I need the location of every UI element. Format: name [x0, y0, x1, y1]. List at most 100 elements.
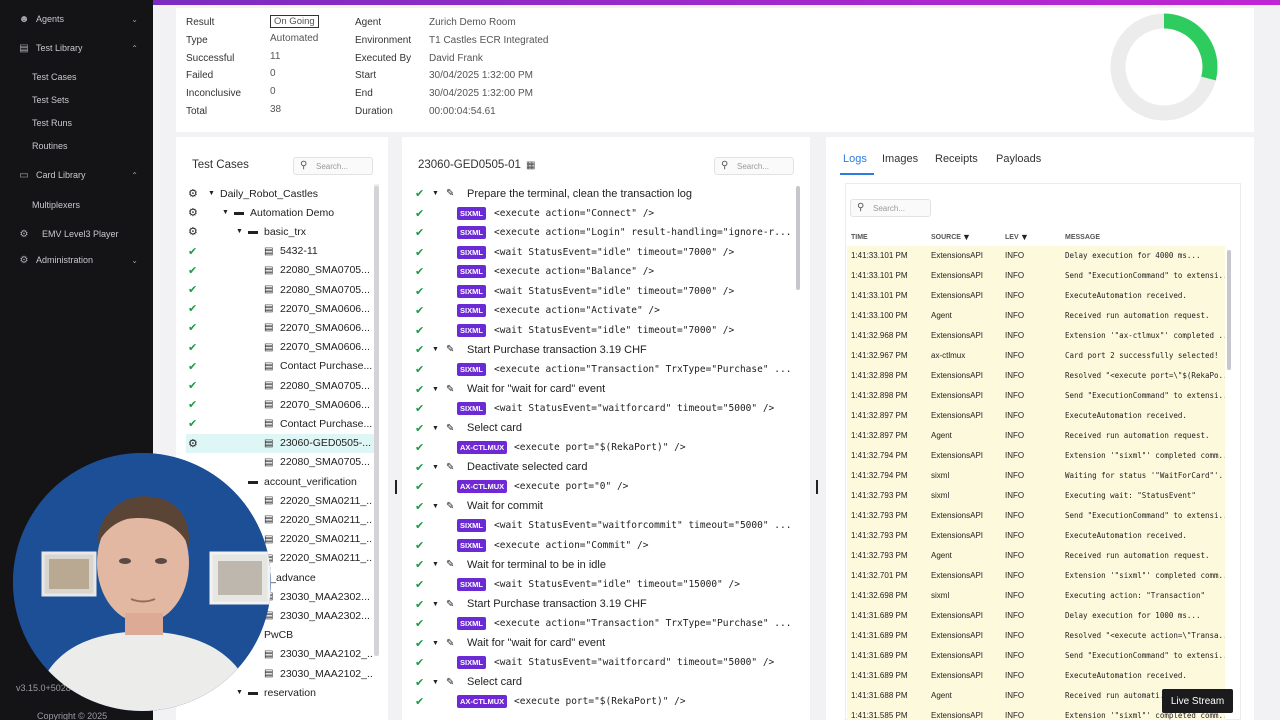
- sidebar-item-multiplexers[interactable]: Multiplexers: [0, 194, 153, 216]
- step-command[interactable]: ✔ AX-CTLMUX <execute port="0" />: [412, 477, 797, 496]
- log-row[interactable]: 1:41:32.898 PM ExtensionsAPI INFO Resolved …: [847, 366, 1225, 386]
- tree-row[interactable]: ✔ ▤ Contact Purchase...: [186, 357, 376, 376]
- caret-down-icon[interactable]: ▼: [432, 386, 439, 393]
- caret-down-icon[interactable]: ▼: [432, 190, 439, 197]
- step-command[interactable]: ✔ SIXML <wait StatusEvent="idle" timeout="…: [412, 282, 797, 301]
- caret-down-icon[interactable]: ▼: [432, 561, 439, 568]
- step-command[interactable]: ✔ SIXML <execute action="Commit" />: [412, 536, 797, 555]
- logs-search-input[interactable]: ⚲ Search...: [850, 199, 931, 217]
- step-command[interactable]: ✔ SIXML <execute action="Transaction" TrxT…: [412, 360, 797, 379]
- test-cases-search-input[interactable]: ⚲ Search...: [293, 157, 373, 175]
- step-command[interactable]: ✔ SIXML <wait StatusEvent="waitforcard" ti…: [412, 653, 797, 672]
- tab-images[interactable]: Images: [882, 153, 918, 165]
- filter-icon[interactable]: ▼: [962, 232, 971, 242]
- tree-row[interactable]: ✔ ▤ 22080_SMA0705...: [186, 280, 376, 299]
- tree-row[interactable]: ⚙ ▼ Daily_Robot_Castles: [186, 184, 376, 203]
- caret-down-icon[interactable]: ▼: [236, 689, 243, 696]
- caret-down-icon[interactable]: ▼: [222, 209, 229, 216]
- sidebar-item-test-sets[interactable]: Test Sets: [0, 89, 153, 111]
- sidebar-item-routines[interactable]: Routines: [0, 135, 153, 157]
- step-command[interactable]: ✔ SIXML <wait StatusEvent="waitforcard" ti…: [412, 399, 797, 418]
- tab-receipts[interactable]: Receipts: [935, 153, 978, 165]
- step-command[interactable]: ✔ SIXML <wait StatusEvent="idle" timeout="…: [412, 321, 797, 340]
- sidebar-item-agents[interactable]: ☻ Agents ⌄: [0, 8, 153, 30]
- log-row[interactable]: 1:41:32.793 PM sixml INFO Executing wait: "…: [847, 486, 1225, 506]
- live-stream-button[interactable]: Live Stream: [1162, 689, 1233, 713]
- tree-scrollbar-thumb[interactable]: [374, 186, 379, 656]
- tree-row[interactable]: ▤ 22080_SMA0705...: [186, 453, 376, 472]
- step-command[interactable]: ✔ AX-CTLMUX <execute port="$(RekaPort)" />: [412, 438, 797, 457]
- log-row[interactable]: 1:41:31.689 PM ExtensionsAPI INFO Resolved …: [847, 626, 1225, 646]
- step-group[interactable]: ✔ ▼ ✎ Select card: [412, 419, 797, 438]
- caret-down-icon[interactable]: ▼: [236, 228, 243, 235]
- step-group[interactable]: ✔ ▼ ✎ Wait for "wait for card" event: [412, 380, 797, 399]
- step-command[interactable]: ✔ SIXML <execute action="Balance" />: [412, 262, 797, 281]
- tree-row[interactable]: ✔ ▤ Contact Purchase...: [186, 414, 376, 433]
- steps-scrollbar-thumb[interactable]: [796, 186, 800, 290]
- caret-down-icon[interactable]: ▼: [432, 464, 439, 471]
- step-command[interactable]: ✔ SIXML <wait StatusEvent="idle" timeout="…: [412, 243, 797, 262]
- step-group[interactable]: ✔ ▼ ✎ Start Purchase transaction 3.19 CHF: [412, 340, 797, 359]
- log-row[interactable]: 1:41:32.794 PM ExtensionsAPI INFO Extension…: [847, 446, 1225, 466]
- log-row[interactable]: 1:41:32.793 PM ExtensionsAPI INFO Send "Exe…: [847, 506, 1225, 526]
- log-row[interactable]: 1:41:32.698 PM sixml INFO Executing action:…: [847, 586, 1225, 606]
- log-row[interactable]: 1:41:32.897 PM Agent INFO Received run auto…: [847, 426, 1225, 446]
- filter-icon[interactable]: ▼: [1020, 232, 1029, 242]
- calendar-icon[interactable]: ▦: [526, 160, 535, 171]
- tree-row[interactable]: ✔ ▤ 22080_SMA0705...: [186, 376, 376, 395]
- column-header-time[interactable]: TIME: [851, 234, 868, 241]
- log-row[interactable]: 1:41:31.689 PM ExtensionsAPI INFO ExecuteAu…: [847, 666, 1225, 686]
- step-group[interactable]: ✔ ▼ ✎ Wait for terminal to be in idle: [412, 555, 797, 574]
- steps-search-input[interactable]: ⚲ Search...: [714, 157, 794, 175]
- step-command[interactable]: ✔ SIXML <wait StatusEvent="idle" timeout="…: [412, 575, 797, 594]
- log-row[interactable]: 1:41:32.794 PM sixml INFO Waiting for statu…: [847, 466, 1225, 486]
- log-row[interactable]: 1:41:32.897 PM ExtensionsAPI INFO ExecuteAu…: [847, 406, 1225, 426]
- step-group[interactable]: ✔ ▼ ✎ Select card: [412, 673, 797, 692]
- column-header-level[interactable]: LEV: [1005, 234, 1019, 241]
- sidebar-item-test-runs[interactable]: Test Runs: [0, 112, 153, 134]
- column-header-source[interactable]: SOURCE: [931, 234, 961, 241]
- caret-down-icon[interactable]: ▼: [432, 346, 439, 353]
- step-command[interactable]: ✔ SIXML <execute action="Login" result-han…: [412, 223, 797, 242]
- step-command[interactable]: ✔ AX-CTLMUX <execute port="$(RekaPort)" />: [412, 692, 797, 711]
- log-row[interactable]: 1:41:32.701 PM ExtensionsAPI INFO Extension…: [847, 566, 1225, 586]
- resize-handle[interactable]: [816, 480, 818, 494]
- column-header-message[interactable]: MESSAGE: [1065, 234, 1100, 241]
- sidebar-item-card-library[interactable]: ▭ Card Library ⌃: [0, 164, 153, 186]
- tree-row[interactable]: ✔ ▤ 22070_SMA0606...: [186, 299, 376, 318]
- step-group[interactable]: ✔ ▼ ✎ Wait for commit: [412, 497, 797, 516]
- tab-payloads[interactable]: Payloads: [996, 153, 1041, 165]
- step-group[interactable]: ✔ ▼ ✎ Wait for "wait for card" event: [412, 634, 797, 653]
- log-row[interactable]: 1:41:32.793 PM ExtensionsAPI INFO ExecuteAu…: [847, 526, 1225, 546]
- caret-down-icon[interactable]: ▼: [432, 601, 439, 608]
- tab-logs[interactable]: Logs: [843, 153, 867, 165]
- step-group[interactable]: ✔ ▼ ✎ Start Purchase transaction 3.19 CHF: [412, 595, 797, 614]
- tree-row[interactable]: ✔ ▤ 22070_SMA0606...: [186, 338, 376, 357]
- logs-scrollbar-thumb[interactable]: [1227, 250, 1231, 370]
- log-row[interactable]: 1:41:32.898 PM ExtensionsAPI INFO Send "Exe…: [847, 386, 1225, 406]
- log-row[interactable]: 1:41:33.101 PM ExtensionsAPI INFO ExecuteAu…: [847, 286, 1225, 306]
- log-row[interactable]: 1:41:31.689 PM ExtensionsAPI INFO Send "Exe…: [847, 646, 1225, 666]
- tree-row[interactable]: ✔ ▤ 5432-11: [186, 242, 376, 261]
- tree-row[interactable]: ✔ ▤ 22070_SMA0606...: [186, 318, 376, 337]
- step-command[interactable]: ✔ SIXML <wait StatusEvent="waitforcommit" …: [412, 516, 797, 535]
- step-command[interactable]: ✔ SIXML <execute action="Connect" />: [412, 204, 797, 223]
- tree-row[interactable]: ⚙ ▼ ▬ Automation Demo: [186, 203, 376, 222]
- step-group[interactable]: ✔ ▼ ✎ Prepare the terminal, clean the trans…: [412, 184, 797, 203]
- step-command[interactable]: ✔ SIXML <execute action="Activate" />: [412, 301, 797, 320]
- tree-row[interactable]: ⚙ ▤ 23060-GED0505-...: [186, 433, 376, 453]
- log-row[interactable]: 1:41:32.968 PM ExtensionsAPI INFO Extension…: [847, 326, 1225, 346]
- caret-down-icon[interactable]: ▼: [432, 679, 439, 686]
- log-row[interactable]: 1:41:31.689 PM ExtensionsAPI INFO Delay exe…: [847, 606, 1225, 626]
- sidebar-item-test-library[interactable]: ▤ Test Library ⌃: [0, 37, 153, 59]
- sidebar-item-administration[interactable]: ⚙ Administration ⌄: [0, 249, 153, 271]
- resize-handle[interactable]: [395, 480, 397, 494]
- tree-row[interactable]: ✔ ▤ 22080_SMA0705...: [186, 261, 376, 280]
- log-row[interactable]: 1:41:33.100 PM Agent INFO Received run auto…: [847, 306, 1225, 326]
- step-group[interactable]: ✔ ▼ ✎ Deactivate selected card: [412, 458, 797, 477]
- tree-row[interactable]: ✔ ▤ 22070_SMA0606...: [186, 395, 376, 414]
- step-command[interactable]: ✔ SIXML <execute action="Transaction" TrxT…: [412, 614, 797, 633]
- log-row[interactable]: 1:41:32.793 PM Agent INFO Received run auto…: [847, 546, 1225, 566]
- caret-down-icon[interactable]: ▼: [432, 503, 439, 510]
- log-row[interactable]: 1:41:32.967 PM ax-ctlmux INFO Card port 2 s…: [847, 346, 1225, 366]
